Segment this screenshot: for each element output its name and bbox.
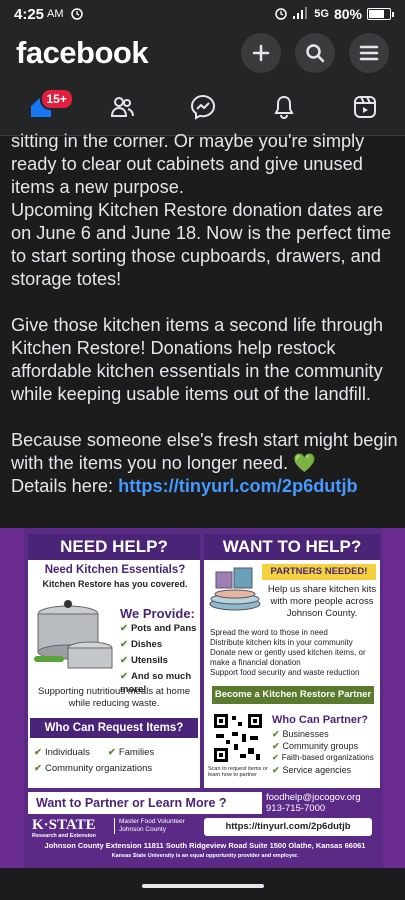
- search-icon: [306, 44, 325, 63]
- we-provide: We Provide:: [120, 606, 195, 621]
- post-paragraph-2: Upcoming Kitchen Restore donation dates …: [11, 200, 392, 289]
- post-details: Details here: https://tinyurl.com/2p6dut…: [11, 475, 401, 498]
- spread-line: Support food security and waste reductio…: [210, 668, 360, 677]
- provide-item: ✔ Pots and Pans: [120, 623, 197, 634]
- post-paragraph-4-text: Because someone else's fresh start might…: [11, 430, 398, 473]
- want-help-panel: WANT TO HELP? PARTNERS NEEDED! Help us s…: [204, 534, 380, 788]
- create-button[interactable]: [241, 33, 281, 73]
- kstate-logo: K·STATE Research and Extension: [32, 817, 96, 840]
- flyer-url: https://tinyurl.com/2p6dutjb: [204, 818, 372, 836]
- partner-list: ✔ Businesses ✔ Community groups ✔ Faith-bas…: [272, 728, 380, 776]
- contact-phone: 913-715-7000: [266, 803, 326, 814]
- partners-needed: PARTNERS NEEDED!: [262, 564, 376, 580]
- partner-item: ✔ Faith-based organizations: [272, 753, 374, 762]
- master-food-block: Master Food Volunteer Johnson County: [114, 818, 185, 834]
- provide-item: ✔ Utensils: [120, 655, 168, 666]
- spread-list: Spread the word to those in need Distrib…: [210, 628, 378, 678]
- who-partner-title: Who Can Partner?: [272, 714, 368, 726]
- status-bar: 4:25 AM 5G 80%: [0, 0, 405, 28]
- who-request-title: Who Can Request Items?: [30, 718, 198, 738]
- bell-icon: [273, 95, 294, 119]
- post-image[interactable]: NEED HELP? Need Kitchen Essentials? Kitc…: [0, 528, 405, 868]
- footer-panel: Want to Partner or Learn More ? foodhelp…: [28, 792, 380, 864]
- spread-line: Donate new or gently used kitchen items,…: [210, 648, 366, 667]
- partner-item: ✔ Businesses: [272, 729, 329, 739]
- tab-home[interactable]: 15+: [16, 82, 74, 132]
- tab-friends[interactable]: [97, 82, 147, 132]
- signal-icon: [293, 6, 309, 22]
- post-paragraph-4: Because someone else's fresh start might…: [11, 429, 401, 475]
- battery-icon: [367, 8, 394, 20]
- contact-info: foodhelp@jocogov.org 913-715-7000: [266, 792, 361, 814]
- tab-bar: 15+: [0, 78, 405, 136]
- status-time: 4:25: [14, 5, 45, 23]
- spread-line: Spread the word to those in need: [210, 628, 328, 637]
- become-partner-button: Become a Kitchen Restore Partner: [212, 686, 374, 704]
- address: Johnson County Extension 11811 South Rid…: [44, 841, 366, 850]
- need-help-title: NEED HELP?: [28, 534, 200, 560]
- kstate-wordmark: K·STATE: [32, 817, 96, 833]
- flyer: NEED HELP? Need Kitchen Essentials? Kitc…: [24, 528, 383, 868]
- video-icon: [353, 95, 376, 118]
- want-help-title: WANT TO HELP?: [204, 534, 380, 560]
- plus-icon: [252, 44, 270, 62]
- tab-messenger[interactable]: [178, 82, 228, 132]
- qr-code: [212, 712, 264, 764]
- request-row: ✔ Individuals ✔ Families: [34, 747, 155, 758]
- green-heart-emoji: 💚: [293, 453, 316, 473]
- alarm-status-icon: [274, 6, 288, 23]
- need-essentials: Need Kitchen Essentials?: [44, 564, 186, 576]
- county: Johnson County: [119, 826, 166, 833]
- tab-video[interactable]: [340, 82, 390, 132]
- details-label: Details here:: [11, 476, 114, 496]
- post-paragraph-1: sitting in the corner. Or maybe you're s…: [11, 131, 365, 197]
- master-food: Master Food Volunteer: [119, 818, 185, 825]
- post-paragraph-3: Give those kitchen items a second life t…: [11, 315, 384, 404]
- contact-email: foodhelp@jocogov.org: [266, 792, 361, 803]
- spread-line: Distribute kitchen kits in your communit…: [210, 638, 353, 647]
- equal-opportunity: Kansas State University is an equal oppo…: [111, 853, 299, 859]
- pots-illustration: [34, 600, 113, 669]
- post-text: sitting in the corner. Or maybe you're s…: [11, 130, 401, 498]
- menu-button[interactable]: [349, 33, 389, 73]
- kstate-sub: Research and Extension: [32, 833, 96, 839]
- request-row: ✔ Community organizations: [34, 763, 153, 774]
- notification-badge: 15+: [39, 87, 74, 110]
- provide-item: ✔ Dishes: [120, 639, 163, 650]
- dishes-illustration: [209, 567, 261, 611]
- covered-text: Kitchen Restore has you covered.: [42, 579, 188, 589]
- tab-notifications[interactable]: [259, 82, 309, 132]
- alarm-icon: [70, 6, 84, 23]
- facebook-logo: facebook: [16, 35, 149, 70]
- hamburger-icon: [359, 45, 379, 61]
- battery-percent: 80%: [333, 6, 362, 22]
- request-list: ✔ Individuals ✔ Families ✔ Community organiz…: [34, 746, 200, 775]
- partner-item: ✔ Community groups: [272, 741, 359, 751]
- network-type: 5G: [314, 8, 329, 20]
- status-ampm: AM: [47, 8, 64, 20]
- partner-item: ✔ Service agencies: [272, 765, 352, 775]
- details-link[interactable]: https://tinyurl.com/2p6dutjb: [118, 476, 357, 496]
- home-indicator[interactable]: [142, 884, 264, 888]
- provide-list: ✔ Pots and Pans ✔ Dishes ✔ Utensils ✔ And so…: [120, 622, 200, 696]
- supporting-text: Supporting nutritious meals at home whil…: [37, 686, 191, 709]
- want-partner-heading: Want to Partner or Learn More ?: [28, 792, 262, 814]
- friends-icon: [110, 96, 134, 117]
- search-button[interactable]: [295, 33, 335, 73]
- help-us-text: Help us share kitchen kits with more peo…: [267, 584, 377, 619]
- scan-text: Scan to request items or learn how to pa…: [208, 766, 268, 778]
- messenger-icon: [190, 94, 215, 120]
- app-header: facebook: [0, 28, 405, 78]
- need-help-panel: NEED HELP? Need Kitchen Essentials? Kitc…: [28, 534, 200, 788]
